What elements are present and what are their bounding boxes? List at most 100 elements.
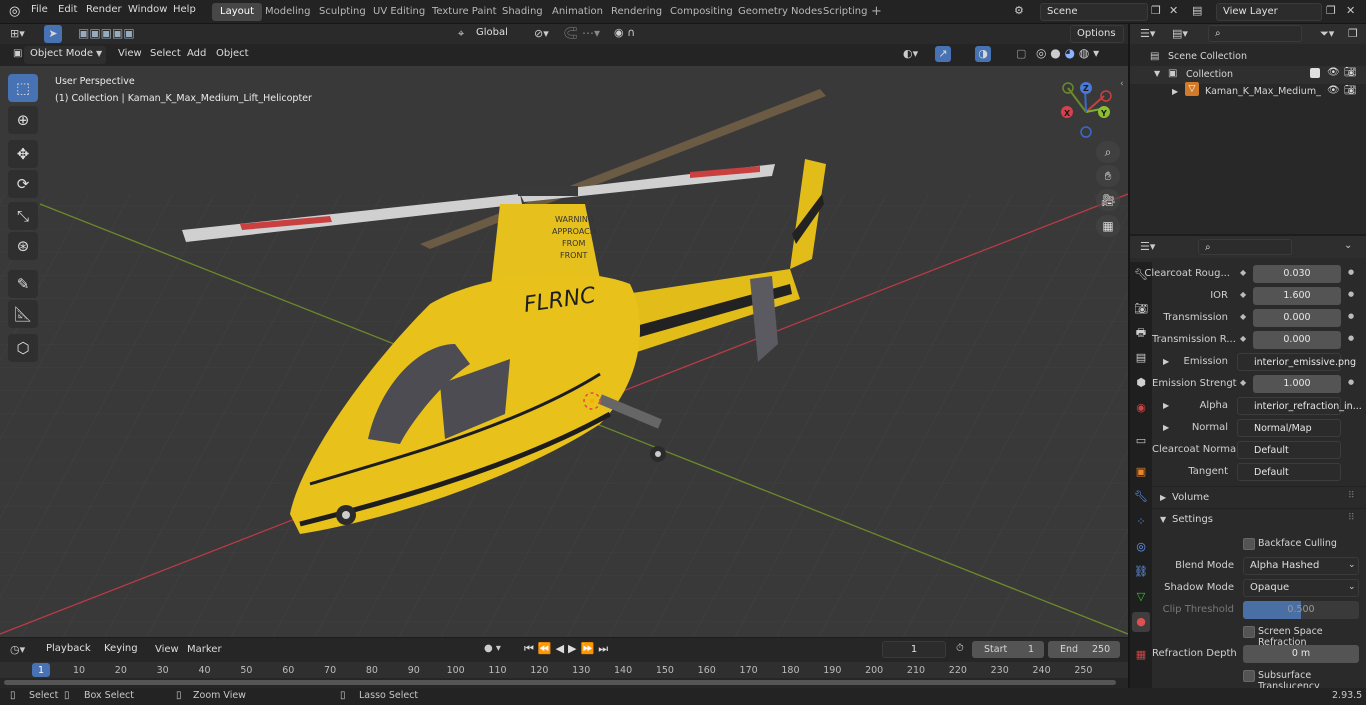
properties-editor-icon[interactable]: ☰▾: [1140, 240, 1155, 253]
world-tab-icon[interactable]: ◉: [1134, 401, 1148, 415]
view-layer-tab-icon[interactable]: ▤: [1134, 351, 1148, 365]
editor-type-icon[interactable]: ⊞▾: [10, 27, 25, 40]
scene-tab-icon[interactable]: ⬢: [1134, 376, 1148, 390]
tab-uv-editing[interactable]: UV Editing: [365, 3, 433, 21]
menu-window[interactable]: Window: [128, 4, 167, 15]
ior-field[interactable]: 1.600: [1253, 287, 1341, 305]
tab-animation[interactable]: Animation: [544, 3, 611, 21]
outliner-filter-icon[interactable]: ⏷▾: [1320, 27, 1334, 41]
timeline-scrollbar[interactable]: [4, 680, 1116, 685]
options-dropdown[interactable]: Options: [1070, 25, 1124, 43]
object-label[interactable]: Kaman_K_Max_Medium_: [1205, 86, 1321, 97]
volume-expand-icon[interactable]: ▶: [1160, 493, 1166, 502]
outliner-display-icon[interactable]: ▤▾: [1172, 27, 1188, 40]
transform-tool[interactable]: ⊛: [8, 232, 38, 260]
header-object-menu[interactable]: Object: [216, 48, 249, 59]
collection-checkbox[interactable]: [1310, 68, 1320, 78]
emission-texture-field[interactable]: interior_emissive.png: [1237, 353, 1356, 371]
view-layer-close-icon[interactable]: ✕: [1346, 4, 1355, 17]
overlay-toggle-icon[interactable]: ◑: [975, 46, 991, 62]
tab-compositing[interactable]: Compositing: [662, 3, 741, 21]
emission-strength-socket-icon[interactable]: ◆: [1240, 378, 1246, 387]
cursor-tool[interactable]: ⊕: [8, 106, 38, 134]
scene-copy-icon[interactable]: ❐: [1151, 4, 1161, 17]
output-tab-icon[interactable]: 🖶: [1134, 326, 1148, 340]
volume-drag-icon[interactable]: ⠿: [1348, 491, 1355, 501]
pan-hand-icon[interactable]: ✋︎: [1096, 165, 1120, 187]
mode-dropdown[interactable]: Object Mode: [24, 46, 106, 64]
scale-tool[interactable]: ⤡: [8, 202, 38, 230]
clearcoat-roughness-socket-icon[interactable]: ◆: [1240, 268, 1246, 277]
collection-render-icon[interactable]: 📷︎: [1344, 67, 1357, 78]
object-tab-icon[interactable]: ▣: [1134, 465, 1148, 479]
backface-culling-checkbox[interactable]: [1243, 538, 1255, 550]
playback-controls-icons[interactable]: ⏮⏪◀▶⏩⏭: [524, 642, 612, 656]
scene-close-icon[interactable]: ✕: [1169, 4, 1178, 17]
preview-range-icon[interactable]: ⏱: [956, 643, 964, 654]
select-box-tool[interactable]: ⬚: [8, 74, 38, 102]
tab-texture-paint[interactable]: Texture Paint: [424, 3, 505, 21]
emission-strength-keyframe-icon[interactable]: ●: [1348, 378, 1354, 386]
grid-ortho-icon[interactable]: ▦: [1096, 215, 1120, 237]
pivot-icon[interactable]: ⊘▾: [534, 27, 549, 40]
keying-menu[interactable]: Keying: [98, 641, 146, 658]
ior-socket-icon[interactable]: ◆: [1240, 290, 1246, 299]
outliner-editor-icon[interactable]: ☰▾: [1140, 27, 1155, 40]
menu-help[interactable]: Help: [173, 4, 196, 15]
playback-menu[interactable]: Playback: [40, 641, 96, 658]
texture-tab-icon[interactable]: ▦: [1134, 648, 1148, 662]
shadow-mode-dropdown[interactable]: Opaque: [1243, 579, 1359, 597]
header-view-menu[interactable]: View: [118, 48, 142, 59]
timeline-marker-menu[interactable]: Marker: [187, 644, 222, 655]
transform-orientation-dropdown[interactable]: Global: [470, 25, 524, 43]
alpha-texture-field[interactable]: interior_refraction_in...: [1237, 397, 1362, 415]
tangent-field[interactable]: Default: [1237, 463, 1341, 481]
collection-tab-icon[interactable]: ▭: [1134, 434, 1148, 448]
annotate-tool[interactable]: ✎: [8, 270, 38, 298]
collection-expand-icon[interactable]: ▼: [1154, 69, 1160, 78]
scene-icon[interactable]: ⚙: [1014, 4, 1024, 17]
tab-layout[interactable]: Layout: [212, 3, 262, 21]
constraints-tab-icon[interactable]: ⛓︎: [1134, 565, 1148, 579]
collection-visibility-icon[interactable]: 👁︎: [1327, 67, 1340, 78]
header-select-menu[interactable]: Select: [150, 48, 181, 59]
select-tool-icon[interactable]: ➤: [44, 25, 62, 43]
scene-field[interactable]: Scene: [1040, 3, 1148, 21]
gizmo-toggle-icon[interactable]: ↗: [935, 46, 951, 62]
settings-drag-icon[interactable]: ⠿: [1348, 513, 1355, 523]
physics-tab-icon[interactable]: ◎: [1134, 540, 1148, 554]
transmission-roughness-field[interactable]: 0.000: [1253, 331, 1341, 349]
new-collection-icon[interactable]: ❐: [1348, 27, 1358, 40]
select-mode-icons[interactable]: ▣▣▣▣▣: [78, 26, 135, 40]
tab-modeling[interactable]: Modeling: [257, 3, 319, 21]
zoom-icon[interactable]: ⌕: [1096, 141, 1120, 163]
normal-map-field[interactable]: Normal/Map: [1237, 419, 1341, 437]
current-frame-field[interactable]: 1: [882, 641, 946, 658]
rotate-tool[interactable]: ⟳: [8, 170, 38, 198]
screen-space-refraction-checkbox[interactable]: [1243, 626, 1255, 638]
clearcoat-normal-field[interactable]: Default: [1237, 441, 1341, 459]
camera-icon[interactable]: 🎥︎: [1096, 189, 1120, 211]
settings-panel-header[interactable]: Settings: [1172, 514, 1213, 525]
clearcoat-roughness-field[interactable]: 0.030: [1253, 265, 1341, 283]
blend-mode-dropdown[interactable]: Alpha Hashed: [1243, 557, 1359, 575]
transmission-field[interactable]: 0.000: [1253, 309, 1341, 327]
add-cube-tool[interactable]: ⬡: [8, 334, 38, 362]
transmission-roughness-keyframe-icon[interactable]: ●: [1348, 334, 1354, 342]
refraction-depth-field[interactable]: 0 m: [1243, 645, 1359, 663]
menu-render[interactable]: Render: [86, 4, 122, 15]
object-visibility-icon[interactable]: 👁︎: [1327, 85, 1340, 96]
add-workspace-icon[interactable]: +: [871, 4, 882, 19]
shading-modes-icons[interactable]: ◎ ● ◕ ◍ ▾: [1036, 46, 1099, 60]
timeline-view-menu[interactable]: View: [155, 644, 179, 655]
menu-file[interactable]: File: [31, 4, 48, 15]
3d-viewport[interactable]: FLRNC WARNING APPROACH FROM FRONT X Y Z …: [0, 44, 1128, 637]
record-icon[interactable]: ● ▾: [484, 643, 501, 654]
object-expand-icon[interactable]: ▶: [1172, 87, 1178, 96]
menu-edit[interactable]: Edit: [58, 4, 77, 15]
proportional-edit-icon[interactable]: ◉ ∩: [614, 26, 635, 39]
outliner-collapse-icon[interactable]: ‹: [1120, 79, 1124, 89]
collection-label[interactable]: Collection: [1186, 69, 1233, 80]
subsurface-translucency-checkbox[interactable]: [1243, 670, 1255, 682]
volume-panel-header[interactable]: Volume: [1172, 492, 1209, 503]
